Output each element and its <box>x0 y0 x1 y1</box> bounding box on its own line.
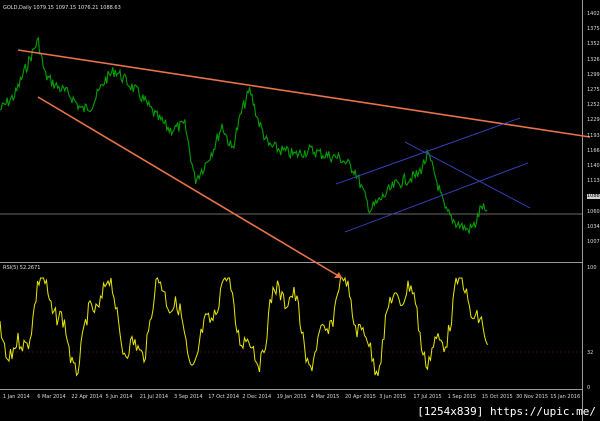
price-tick-label: 1034 <box>587 223 600 230</box>
symbol-timeframe: GOLD,Daily <box>3 5 32 11</box>
price-tick-label: 1326 <box>587 56 600 63</box>
price-tick-label: 1166 <box>587 147 600 154</box>
price-tick-label: 1352 <box>587 41 600 48</box>
date-tick-label: 20 Apr 2015 <box>345 394 376 400</box>
date-tick-label: 5 Jun 2014 <box>105 394 133 400</box>
rsi-header: RSI(5) 52.2671 <box>3 265 41 271</box>
date-tick-label: 30 Nov 2015 <box>516 394 549 400</box>
rsi-tick-label: 0 <box>587 385 591 391</box>
date-tick-label: 4 Mar 2015 <box>310 394 340 400</box>
price-tick-label: 1299 <box>587 71 600 78</box>
date-tick-label: 3 Jun 2015 <box>379 394 407 400</box>
channel-lower-line <box>344 162 529 233</box>
date-tick-label: 1 Jan 2014 <box>3 394 30 400</box>
ohlc-values: 1079.15 1097.15 1076.21 1088.63 <box>33 5 121 11</box>
price-tick-label: 1060 <box>587 208 600 215</box>
price-series-line <box>0 36 488 234</box>
price-tick-label: 1193 <box>587 132 600 139</box>
date-tick-label: 17 Jul 2015 <box>413 394 442 400</box>
channel-upper-line <box>335 117 521 185</box>
date-tick-label: 21 Jul 2014 <box>139 394 169 400</box>
price-tick-label: 1229 <box>587 117 600 124</box>
chart-canvas <box>0 36 591 377</box>
trading-chart-window: GOLD,Daily 1079.15 1097.15 1076.21 1088.… <box>0 0 600 421</box>
date-tick-label: 19 Jan 2015 <box>276 394 307 400</box>
rsi-series-line <box>0 276 488 377</box>
price-tick-label: 1252 <box>587 102 600 109</box>
date-tick-label: 15 Oct 2015 <box>481 394 513 400</box>
price-tick-label: 1113 <box>587 178 600 185</box>
lower-trendline <box>37 96 343 279</box>
rsi-tick-label: 32 <box>587 350 594 356</box>
channel-cross-line <box>404 141 531 209</box>
date-tick-label: 6 Mar 2014 <box>37 394 66 400</box>
price-tick-label: 1140 <box>587 163 600 169</box>
price-tick-label: 1088 <box>587 193 600 200</box>
price-tick-label: 1007 <box>587 239 600 245</box>
price-tick-label: 1402 <box>587 11 600 17</box>
watermark: [1254x839] https://upic.me/ <box>417 405 596 418</box>
price-tick-label: 1375 <box>587 26 600 33</box>
date-tick-label: 1 Sep 2015 <box>447 394 477 400</box>
chart-header: GOLD,Daily 1079.15 1097.15 1076.21 1088.… <box>3 6 121 11</box>
rsi-tick-label: 100 <box>587 265 597 271</box>
date-tick-label: 22 Apr 2014 <box>71 394 103 400</box>
price-tick-label: 1275 <box>587 87 600 93</box>
date-tick-label: 3 Sep 2014 <box>174 394 203 400</box>
date-tick-label: 17 Oct 2014 <box>208 394 240 400</box>
trendline-arrow-head <box>334 272 342 278</box>
date-tick-label: 2 Dec 2014 <box>242 394 272 400</box>
date-tick-label: 15 Jan 2016 <box>550 394 581 400</box>
